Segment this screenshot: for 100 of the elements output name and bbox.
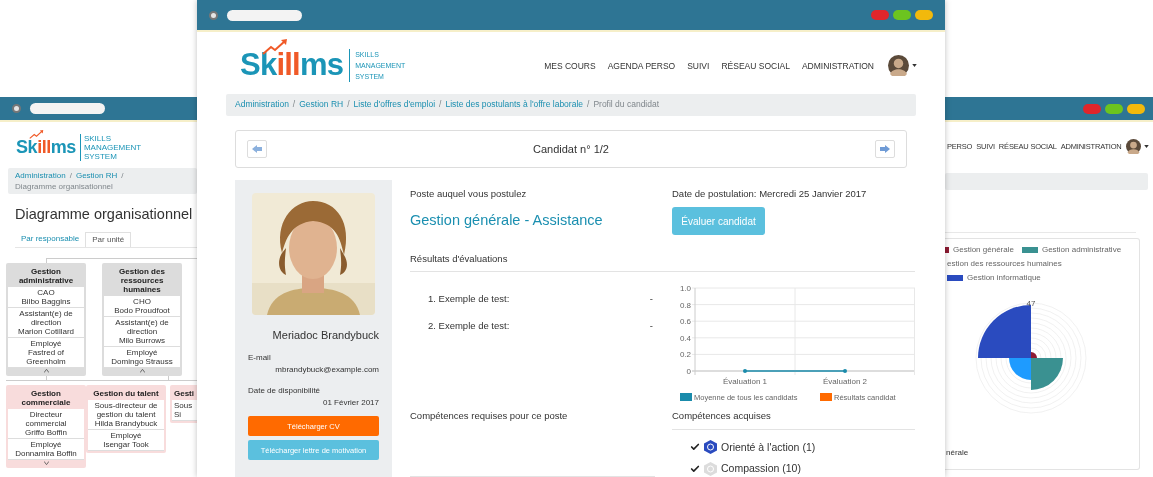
role-title: Employé xyxy=(126,347,159,357)
breadcrumb-link[interactable]: Administration xyxy=(15,170,66,181)
logo-letters[interactable]: ms xyxy=(299,47,344,83)
breadcrumb-link[interactable]: Liste des postulants à l'offre laborale xyxy=(445,98,583,112)
chevron-up-icon[interactable] xyxy=(43,368,49,373)
person-name: Griffo Boffin xyxy=(24,427,68,437)
nav-link[interactable]: ADMINISTRATION xyxy=(801,59,874,73)
chart-caption: nérale xyxy=(946,447,969,459)
chevron-up-icon[interactable] xyxy=(139,368,145,373)
scale-label: 47 xyxy=(1026,299,1036,308)
breadcrumb-separator: / xyxy=(121,170,124,181)
record-icon[interactable] xyxy=(209,10,218,20)
breadcrumb-link[interactable]: Gestion RH xyxy=(299,98,344,112)
org-unit-card[interactable]: Gesti Sous Si xyxy=(170,384,197,423)
breadcrumb-separator: / xyxy=(439,98,442,112)
nav-link[interactable]: MES COURS xyxy=(544,59,596,73)
role-title: CAO xyxy=(36,287,56,297)
x-axis-label: Évaluation 1 xyxy=(723,377,767,387)
tab[interactable]: Par unité xyxy=(85,231,132,247)
org-unit-name: Gestion administrative xyxy=(17,265,75,287)
logo-letters[interactable]: ms xyxy=(50,136,76,157)
section-heading: Résultats d'évaluations xyxy=(410,252,915,273)
logo-tagline: MANAGEMENT xyxy=(83,143,142,152)
breadcrumb-separator: / xyxy=(587,98,590,112)
y-tick: 0.2 xyxy=(679,350,915,360)
role-title: Assistant(e) de direction xyxy=(114,317,170,336)
field-label: E-mail xyxy=(248,352,272,365)
candidate-counter: Candidat n° 1/2 xyxy=(532,141,610,157)
breadcrumb-link[interactable]: Administration xyxy=(235,98,289,112)
caret-down-icon[interactable] xyxy=(1144,145,1149,148)
person-name: Donnamira Boffin xyxy=(14,448,78,458)
legend-label: estion des ressources humaines xyxy=(947,258,1062,270)
logo-tagline: SKILLS xyxy=(83,134,113,143)
logo-letters[interactable]: ill xyxy=(276,47,300,83)
position-title: Gestion générale - Assistance xyxy=(410,211,604,230)
person-name: Hilda Brandybuck xyxy=(93,418,159,428)
avatar[interactable] xyxy=(888,55,909,77)
next-button[interactable] xyxy=(875,139,895,158)
section-heading: Compétences acquises xyxy=(672,409,915,430)
role-title: Sous-directeur de gestion du talent xyxy=(93,400,159,419)
breadcrumb-current: Diagramme organisationnel xyxy=(15,181,113,192)
person-name: Bodo Proudfoot xyxy=(113,305,171,315)
avatar[interactable] xyxy=(1126,139,1141,154)
arrow-left-icon xyxy=(252,144,262,153)
y-tick: 0.8 xyxy=(679,300,915,310)
org-unit-card[interactable]: Gestion du talent Sous-directeur de gestion du talent Hilda Brandybuck Employé Isengar Took xyxy=(86,384,166,453)
person-name: Milo Burrows xyxy=(117,335,167,345)
legend-label: Gestion générale xyxy=(953,244,1014,256)
nav-link[interactable]: RÉSEAU SOCIAL xyxy=(721,59,790,73)
nav-link[interactable]: AGENDA PERSO xyxy=(607,59,676,73)
previous-button[interactable] xyxy=(247,139,267,158)
evaluation-score: - xyxy=(649,318,653,333)
role-title: Sous xyxy=(174,400,194,410)
field-value: 01 Février 2017 xyxy=(322,397,379,410)
arrow-right-icon xyxy=(880,144,890,153)
logo-letters[interactable]: Sk xyxy=(16,136,38,157)
role-title: Employé xyxy=(30,439,63,449)
legend-label: Gestion informatique xyxy=(967,272,1041,284)
field-label: Date de disponibilité xyxy=(248,385,322,398)
org-unit-name: Gestion commerciale xyxy=(20,387,72,409)
logo-letters[interactable]: ill xyxy=(37,136,51,157)
evaluation-score: - xyxy=(649,292,653,307)
x-axis-label: Évaluation 2 xyxy=(823,377,867,387)
breadcrumb-current: Profil du candidat xyxy=(593,98,660,112)
y-tick: 0.4 xyxy=(679,334,915,344)
breadcrumb-separator: / xyxy=(347,98,350,112)
role-title: CHO xyxy=(132,296,152,306)
org-unit-card[interactable]: Gestion des ressources humaines CHO Bodo Proudfoot Assistant(e) de direction Milo Burrows Employé Domingo Strauss xyxy=(102,262,182,376)
skill-label: Compassion (10) xyxy=(721,461,801,477)
role-title: Directeur commercial xyxy=(24,409,68,428)
growth-arrow-icon xyxy=(29,129,44,139)
breadcrumb-link[interactable]: Gestion RH xyxy=(75,170,118,181)
person-name: Domingo Strauss xyxy=(110,356,174,366)
nav-link[interactable]: SUIVI xyxy=(687,59,710,73)
person-name: Fastred of Greenholm xyxy=(25,347,67,366)
person-name: Bilbo Baggins xyxy=(20,296,72,306)
address-bar[interactable] xyxy=(30,103,105,114)
person-name: Marion Cotillard xyxy=(17,326,75,336)
y-tick-label: 0 xyxy=(686,367,692,377)
org-unit-card[interactable]: Gestion commerciale Directeur commercial Griffo Boffin Employé Donnamira Boffin xyxy=(6,384,86,468)
breadcrumb-separator: / xyxy=(69,170,72,181)
address-bar[interactable] xyxy=(227,9,302,21)
skill-label: Orienté à l'action (1) xyxy=(721,439,816,455)
org-unit-card[interactable]: Gestion administrative CAO Bilbo Baggins Assistant(e) de direction Marion Cotillard Employé Fastred of Greenholm xyxy=(6,262,86,376)
caret-down-icon[interactable] xyxy=(912,64,917,68)
person-name: Isengar Took xyxy=(102,439,150,449)
org-unit-name: Gestion du talent xyxy=(92,387,160,400)
legend-label: Gestion administrative xyxy=(1041,244,1122,256)
logo-letters[interactable]: Sk xyxy=(240,47,277,83)
field-value: mbrandybuck@example.com xyxy=(275,364,379,377)
evaluate-button[interactable]: Évaluer candidat xyxy=(672,207,765,235)
chevron-down-icon[interactable] xyxy=(43,460,49,465)
page-title: Diagramme organisationnel xyxy=(15,205,194,224)
y-tick: 0.6 xyxy=(679,317,915,327)
breadcrumb-link[interactable]: Liste d'offres d'emploi xyxy=(353,98,436,112)
record-icon[interactable] xyxy=(12,104,21,113)
application-date: Date de postulation: Mercredi 25 Janvier 2017 xyxy=(672,186,868,201)
tab[interactable]: Par responsable xyxy=(15,231,86,247)
person-name: Si xyxy=(174,409,183,419)
role-title: Employé xyxy=(30,338,63,348)
